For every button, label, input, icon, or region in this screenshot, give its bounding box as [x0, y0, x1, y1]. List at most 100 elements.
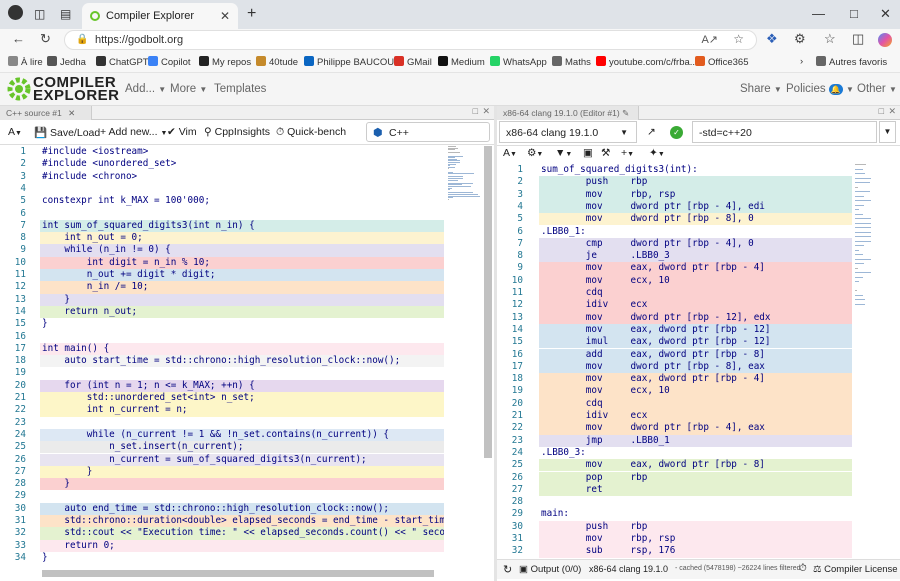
- bookmark-item[interactable]: youtube.com/c/frba...: [596, 56, 698, 68]
- tools-icon[interactable]: ✦▼: [649, 147, 665, 159]
- line-number: 29: [511, 508, 523, 520]
- line-number: 28: [14, 478, 26, 490]
- minimap-line: [855, 200, 871, 201]
- cppinsights-label: CppInsights: [214, 126, 271, 138]
- bookmark-item[interactable]: WhatsApp: [490, 56, 547, 68]
- line-text: n_in /= 10;: [42, 281, 149, 293]
- minimize-icon[interactable]: —: [812, 6, 825, 21]
- read-aloud-icon[interactable]: A↗: [701, 33, 718, 46]
- editor-tab[interactable]: C++ source #1 ✕: [0, 106, 92, 120]
- license-button[interactable]: ⚖ Compiler License: [813, 564, 898, 575]
- code-line: 8 int n_out = 0;: [0, 232, 444, 245]
- caret-down-icon: ▼: [158, 85, 167, 94]
- code-line: 7 int sum_of_squared_digits3(int n_in) {: [0, 219, 444, 233]
- cppinsights-button[interactable]: ⚲ CppInsights: [204, 126, 270, 138]
- minimap-line: [855, 254, 863, 255]
- bookmark-item[interactable]: Philippe BAUCOUR: [304, 56, 401, 68]
- tab-close-icon[interactable]: ✕: [220, 9, 230, 23]
- puzzle-icon[interactable]: ⚙: [794, 31, 806, 47]
- editor-code[interactable]: 1 #include <iostream> 2 #include <unordered…: [0, 146, 444, 566]
- tab-actions-icon[interactable]: ▤: [60, 7, 71, 21]
- copilot-icon[interactable]: [878, 33, 892, 47]
- compiler-select[interactable]: x86-64 clang 19.1.0 ▼: [499, 121, 637, 143]
- refresh-icon[interactable]: ↻: [503, 563, 512, 576]
- vim-button[interactable]: ✔ Vim: [167, 126, 197, 138]
- browser-tab[interactable]: Compiler Explorer ✕: [82, 3, 238, 29]
- editor-vscrollbar[interactable]: [484, 146, 492, 458]
- bookmark-item[interactable]: Autres favoris: [816, 56, 887, 68]
- output-button[interactable]: ▣ Output (0/0): [519, 564, 581, 575]
- bookmark-item[interactable]: Medium: [438, 56, 485, 68]
- open-compiler-info-icon[interactable]: ↗: [647, 126, 656, 138]
- bookmark-item[interactable]: ChatGPT: [96, 56, 149, 68]
- line-number: 19: [14, 367, 26, 379]
- code-line: 30 auto end_time = std::chrono::high_res…: [0, 502, 444, 515]
- asm-code[interactable]: 1 sum_of_squared_digits3(int): 2 push rbp 3…: [497, 164, 852, 558]
- code-line: 11 n_out += digit * digit;: [0, 269, 444, 282]
- libraries-icon[interactable]: ▣: [583, 147, 593, 159]
- favorites-icon[interactable]: ☆: [824, 31, 836, 47]
- collections-icon[interactable]: ◫: [852, 31, 864, 47]
- pane-popout-icon[interactable]: □: [473, 106, 478, 116]
- filter-icon[interactable]: ▼▼: [555, 147, 572, 159]
- quickbench-button[interactable]: ⏱ Quick-bench: [276, 126, 346, 139]
- save-load-label: Save/Load: [50, 127, 101, 139]
- code-line: 24 .LBB0_3:: [497, 447, 852, 459]
- menu-other[interactable]: Other ▼: [857, 83, 897, 95]
- bookmarks-more-icon[interactable]: ›: [800, 56, 803, 67]
- back-icon[interactable]: ←: [12, 31, 25, 46]
- minimap-line: [855, 263, 865, 264]
- menu-policies[interactable]: Policies 🔔 ▼: [786, 83, 854, 95]
- reload-icon[interactable]: ↻: [40, 31, 51, 47]
- options-dropdown-button[interactable]: ▼: [879, 121, 896, 143]
- bookmark-item[interactable]: Jedha: [47, 56, 86, 68]
- line-number: 17: [14, 342, 26, 354]
- pane-close-icon[interactable]: ✕: [888, 106, 896, 117]
- compiler-tab[interactable]: x86-64 clang 19.1.0 (Editor #1) ✎ ✕: [497, 106, 639, 129]
- bookmark-item[interactable]: GMail: [394, 56, 432, 68]
- bookmark-item[interactable]: My repos: [199, 56, 251, 68]
- wrench-icon[interactable]: ⚒: [601, 147, 610, 159]
- menu-share[interactable]: Share ▼: [740, 83, 782, 95]
- menu-templates[interactable]: Templates: [214, 83, 266, 95]
- quickbench-label: Quick-bench: [287, 126, 347, 138]
- pane-close-icon[interactable]: ✕: [482, 106, 490, 117]
- code-line: 4: [0, 183, 444, 195]
- workspaces-icon[interactable]: ◫: [34, 7, 45, 21]
- font-size-button[interactable]: A▼: [8, 126, 22, 138]
- bookmark-item[interactable]: À lire: [8, 56, 43, 68]
- extension-icon[interactable]: ❖: [766, 31, 778, 47]
- save-load-button[interactable]: 💾 Save/Load: [34, 126, 100, 139]
- bookmarks-bar: À lire Jedha ChatGPT Copilot My repos 40tude P…: [0, 51, 900, 73]
- menu-other-label: Other: [857, 83, 886, 95]
- font-size-button[interactable]: A▼: [503, 147, 517, 159]
- language-select[interactable]: ⬢ C++: [366, 122, 490, 142]
- close-window-icon[interactable]: ✕: [880, 6, 891, 22]
- bookmark-item[interactable]: Copilot: [148, 56, 191, 68]
- pane-popout-icon[interactable]: □: [879, 106, 884, 116]
- code-line: 22 mov dword ptr [rbp - 4], eax: [497, 422, 852, 435]
- line-text: auto end_time = std::chrono::high_resolu…: [42, 502, 390, 514]
- line-number: 9: [20, 244, 26, 256]
- new-tab-icon[interactable]: +: [247, 5, 256, 23]
- bookmark-item[interactable]: Maths: [552, 56, 591, 68]
- line-number: 34: [14, 551, 26, 563]
- menu-more[interactable]: More ▼: [170, 83, 207, 95]
- minimap-line: [855, 272, 871, 273]
- url-input[interactable]: 🔒 https://godbolt.org A↗ ☆: [64, 30, 757, 50]
- compiler-options-input[interactable]: -std=c++20: [692, 121, 877, 143]
- maximize-icon[interactable]: □: [850, 6, 858, 21]
- tab-close-icon[interactable]: ✕: [68, 108, 75, 118]
- menu-add[interactable]: Add... ▼: [125, 83, 166, 95]
- bookmark-item[interactable]: 40tude: [256, 56, 298, 68]
- editor-hscrollbar[interactable]: [42, 570, 434, 577]
- code-line: 28: [497, 496, 852, 508]
- add-new-button[interactable]: + Add new... ▼: [100, 126, 167, 138]
- favorite-star-icon[interactable]: ☆: [733, 32, 744, 46]
- settings-gear-icon[interactable]: ⚙▼: [527, 147, 543, 159]
- code-line: 32 std::cout << "Execution time: " << el…: [0, 527, 444, 540]
- line-text: n_set.insert(n_current);: [42, 441, 244, 453]
- add-tool-icon[interactable]: +▼: [621, 147, 634, 159]
- bookmark-item[interactable]: Office365: [695, 56, 749, 68]
- profile-icon[interactable]: [8, 5, 23, 20]
